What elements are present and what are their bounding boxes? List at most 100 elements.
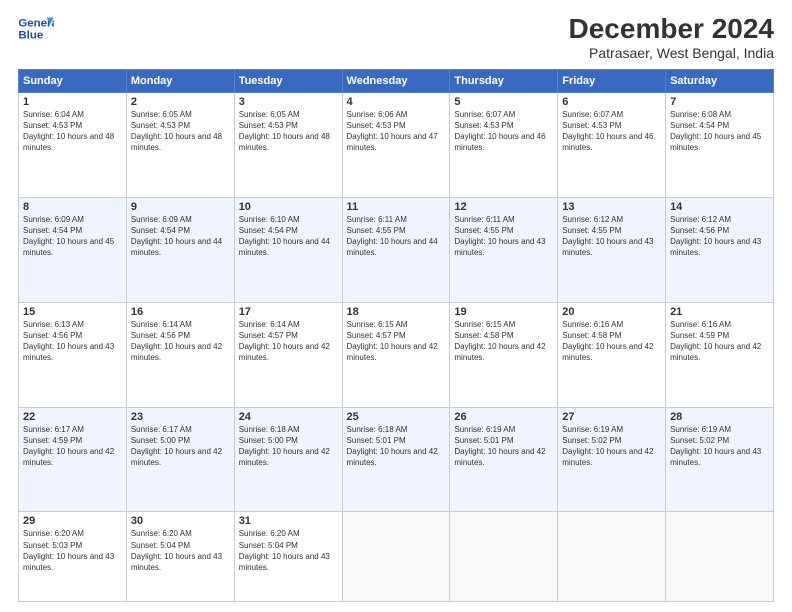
day-info: Sunrise: 6:19 AMSunset: 5:01 PMDaylight:… bbox=[454, 425, 545, 468]
day-number: 18 bbox=[347, 306, 446, 318]
page: General Blue December 2024 Patrasaer, We… bbox=[0, 0, 792, 612]
weekday-header: Thursday bbox=[450, 69, 558, 92]
day-info: Sunrise: 6:17 AMSunset: 5:00 PMDaylight:… bbox=[131, 425, 222, 468]
subtitle: Patrasaer, West Bengal, India bbox=[569, 45, 774, 61]
day-info: Sunrise: 6:11 AMSunset: 4:55 PMDaylight:… bbox=[454, 215, 545, 258]
day-number: 7 bbox=[670, 96, 769, 108]
day-info: Sunrise: 6:12 AMSunset: 4:56 PMDaylight:… bbox=[670, 215, 761, 258]
calendar-cell: 11 Sunrise: 6:11 AMSunset: 4:55 PMDaylig… bbox=[342, 197, 450, 302]
calendar-cell: 16 Sunrise: 6:14 AMSunset: 4:56 PMDaylig… bbox=[126, 302, 234, 407]
day-number: 23 bbox=[131, 411, 230, 423]
calendar-cell: 20 Sunrise: 6:16 AMSunset: 4:58 PMDaylig… bbox=[558, 302, 666, 407]
day-number: 31 bbox=[239, 515, 338, 527]
calendar-cell: 18 Sunrise: 6:15 AMSunset: 4:57 PMDaylig… bbox=[342, 302, 450, 407]
day-number: 12 bbox=[454, 201, 553, 213]
calendar-cell bbox=[342, 512, 450, 602]
day-info: Sunrise: 6:18 AMSunset: 5:00 PMDaylight:… bbox=[239, 425, 330, 468]
calendar-cell: 10 Sunrise: 6:10 AMSunset: 4:54 PMDaylig… bbox=[234, 197, 342, 302]
day-number: 1 bbox=[23, 96, 122, 108]
day-number: 13 bbox=[562, 201, 661, 213]
day-number: 21 bbox=[670, 306, 769, 318]
calendar-cell: 8 Sunrise: 6:09 AMSunset: 4:54 PMDayligh… bbox=[19, 197, 127, 302]
day-info: Sunrise: 6:18 AMSunset: 5:01 PMDaylight:… bbox=[347, 425, 438, 468]
svg-text:Blue: Blue bbox=[18, 30, 43, 42]
day-number: 16 bbox=[131, 306, 230, 318]
day-number: 22 bbox=[23, 411, 122, 423]
day-info: Sunrise: 6:19 AMSunset: 5:02 PMDaylight:… bbox=[562, 425, 653, 468]
day-number: 6 bbox=[562, 96, 661, 108]
calendar-cell: 31 Sunrise: 6:20 AMSunset: 5:04 PMDaylig… bbox=[234, 512, 342, 602]
weekday-header-row: SundayMondayTuesdayWednesdayThursdayFrid… bbox=[19, 69, 774, 92]
day-info: Sunrise: 6:15 AMSunset: 4:58 PMDaylight:… bbox=[454, 320, 545, 363]
day-info: Sunrise: 6:09 AMSunset: 4:54 PMDaylight:… bbox=[131, 215, 222, 258]
calendar-cell: 1 Sunrise: 6:04 AMSunset: 4:53 PMDayligh… bbox=[19, 92, 127, 197]
day-info: Sunrise: 6:09 AMSunset: 4:54 PMDaylight:… bbox=[23, 215, 114, 258]
day-info: Sunrise: 6:14 AMSunset: 4:57 PMDaylight:… bbox=[239, 320, 330, 363]
calendar-cell: 5 Sunrise: 6:07 AMSunset: 4:53 PMDayligh… bbox=[450, 92, 558, 197]
day-number: 3 bbox=[239, 96, 338, 108]
calendar-table: SundayMondayTuesdayWednesdayThursdayFrid… bbox=[18, 69, 774, 602]
weekday-header: Sunday bbox=[19, 69, 127, 92]
day-info: Sunrise: 6:06 AMSunset: 4:53 PMDaylight:… bbox=[347, 110, 438, 153]
calendar-cell bbox=[558, 512, 666, 602]
weekday-header: Friday bbox=[558, 69, 666, 92]
day-info: Sunrise: 6:13 AMSunset: 4:56 PMDaylight:… bbox=[23, 320, 114, 363]
day-info: Sunrise: 6:14 AMSunset: 4:56 PMDaylight:… bbox=[131, 320, 222, 363]
header: General Blue December 2024 Patrasaer, We… bbox=[18, 14, 774, 61]
weekday-header: Tuesday bbox=[234, 69, 342, 92]
day-number: 28 bbox=[670, 411, 769, 423]
calendar-cell: 24 Sunrise: 6:18 AMSunset: 5:00 PMDaylig… bbox=[234, 407, 342, 512]
calendar-cell: 12 Sunrise: 6:11 AMSunset: 4:55 PMDaylig… bbox=[450, 197, 558, 302]
calendar-cell: 3 Sunrise: 6:05 AMSunset: 4:53 PMDayligh… bbox=[234, 92, 342, 197]
day-number: 27 bbox=[562, 411, 661, 423]
day-info: Sunrise: 6:04 AMSunset: 4:53 PMDaylight:… bbox=[23, 110, 114, 153]
day-number: 19 bbox=[454, 306, 553, 318]
day-number: 2 bbox=[131, 96, 230, 108]
calendar-cell bbox=[450, 512, 558, 602]
calendar-cell: 17 Sunrise: 6:14 AMSunset: 4:57 PMDaylig… bbox=[234, 302, 342, 407]
calendar-cell: 9 Sunrise: 6:09 AMSunset: 4:54 PMDayligh… bbox=[126, 197, 234, 302]
day-number: 24 bbox=[239, 411, 338, 423]
calendar-cell: 7 Sunrise: 6:08 AMSunset: 4:54 PMDayligh… bbox=[666, 92, 774, 197]
day-info: Sunrise: 6:16 AMSunset: 4:59 PMDaylight:… bbox=[670, 320, 761, 363]
day-number: 9 bbox=[131, 201, 230, 213]
calendar-cell: 23 Sunrise: 6:17 AMSunset: 5:00 PMDaylig… bbox=[126, 407, 234, 512]
calendar-cell: 28 Sunrise: 6:19 AMSunset: 5:02 PMDaylig… bbox=[666, 407, 774, 512]
calendar-cell: 4 Sunrise: 6:06 AMSunset: 4:53 PMDayligh… bbox=[342, 92, 450, 197]
calendar-cell: 19 Sunrise: 6:15 AMSunset: 4:58 PMDaylig… bbox=[450, 302, 558, 407]
day-info: Sunrise: 6:16 AMSunset: 4:58 PMDaylight:… bbox=[562, 320, 653, 363]
day-info: Sunrise: 6:05 AMSunset: 4:53 PMDaylight:… bbox=[239, 110, 330, 153]
main-title: December 2024 bbox=[569, 14, 774, 45]
calendar-cell: 2 Sunrise: 6:05 AMSunset: 4:53 PMDayligh… bbox=[126, 92, 234, 197]
calendar-cell: 13 Sunrise: 6:12 AMSunset: 4:55 PMDaylig… bbox=[558, 197, 666, 302]
title-block: December 2024 Patrasaer, West Bengal, In… bbox=[569, 14, 774, 61]
calendar-cell: 21 Sunrise: 6:16 AMSunset: 4:59 PMDaylig… bbox=[666, 302, 774, 407]
day-info: Sunrise: 6:11 AMSunset: 4:55 PMDaylight:… bbox=[347, 215, 438, 258]
day-number: 20 bbox=[562, 306, 661, 318]
day-number: 10 bbox=[239, 201, 338, 213]
calendar-cell bbox=[666, 512, 774, 602]
day-number: 5 bbox=[454, 96, 553, 108]
day-number: 25 bbox=[347, 411, 446, 423]
day-number: 30 bbox=[131, 515, 230, 527]
day-info: Sunrise: 6:15 AMSunset: 4:57 PMDaylight:… bbox=[347, 320, 438, 363]
day-number: 26 bbox=[454, 411, 553, 423]
day-info: Sunrise: 6:19 AMSunset: 5:02 PMDaylight:… bbox=[670, 425, 761, 468]
day-number: 4 bbox=[347, 96, 446, 108]
weekday-header: Wednesday bbox=[342, 69, 450, 92]
day-number: 14 bbox=[670, 201, 769, 213]
calendar-cell: 6 Sunrise: 6:07 AMSunset: 4:53 PMDayligh… bbox=[558, 92, 666, 197]
day-info: Sunrise: 6:07 AMSunset: 4:53 PMDaylight:… bbox=[454, 110, 545, 153]
calendar-cell: 26 Sunrise: 6:19 AMSunset: 5:01 PMDaylig… bbox=[450, 407, 558, 512]
weekday-header: Saturday bbox=[666, 69, 774, 92]
calendar-cell: 25 Sunrise: 6:18 AMSunset: 5:01 PMDaylig… bbox=[342, 407, 450, 512]
day-number: 17 bbox=[239, 306, 338, 318]
calendar-cell: 29 Sunrise: 6:20 AMSunset: 5:03 PMDaylig… bbox=[19, 512, 127, 602]
calendar-cell: 22 Sunrise: 6:17 AMSunset: 4:59 PMDaylig… bbox=[19, 407, 127, 512]
logo: General Blue bbox=[18, 14, 54, 44]
calendar-cell: 15 Sunrise: 6:13 AMSunset: 4:56 PMDaylig… bbox=[19, 302, 127, 407]
day-info: Sunrise: 6:10 AMSunset: 4:54 PMDaylight:… bbox=[239, 215, 330, 258]
day-info: Sunrise: 6:08 AMSunset: 4:54 PMDaylight:… bbox=[670, 110, 761, 153]
logo-icon: General Blue bbox=[18, 14, 54, 44]
day-info: Sunrise: 6:17 AMSunset: 4:59 PMDaylight:… bbox=[23, 425, 114, 468]
